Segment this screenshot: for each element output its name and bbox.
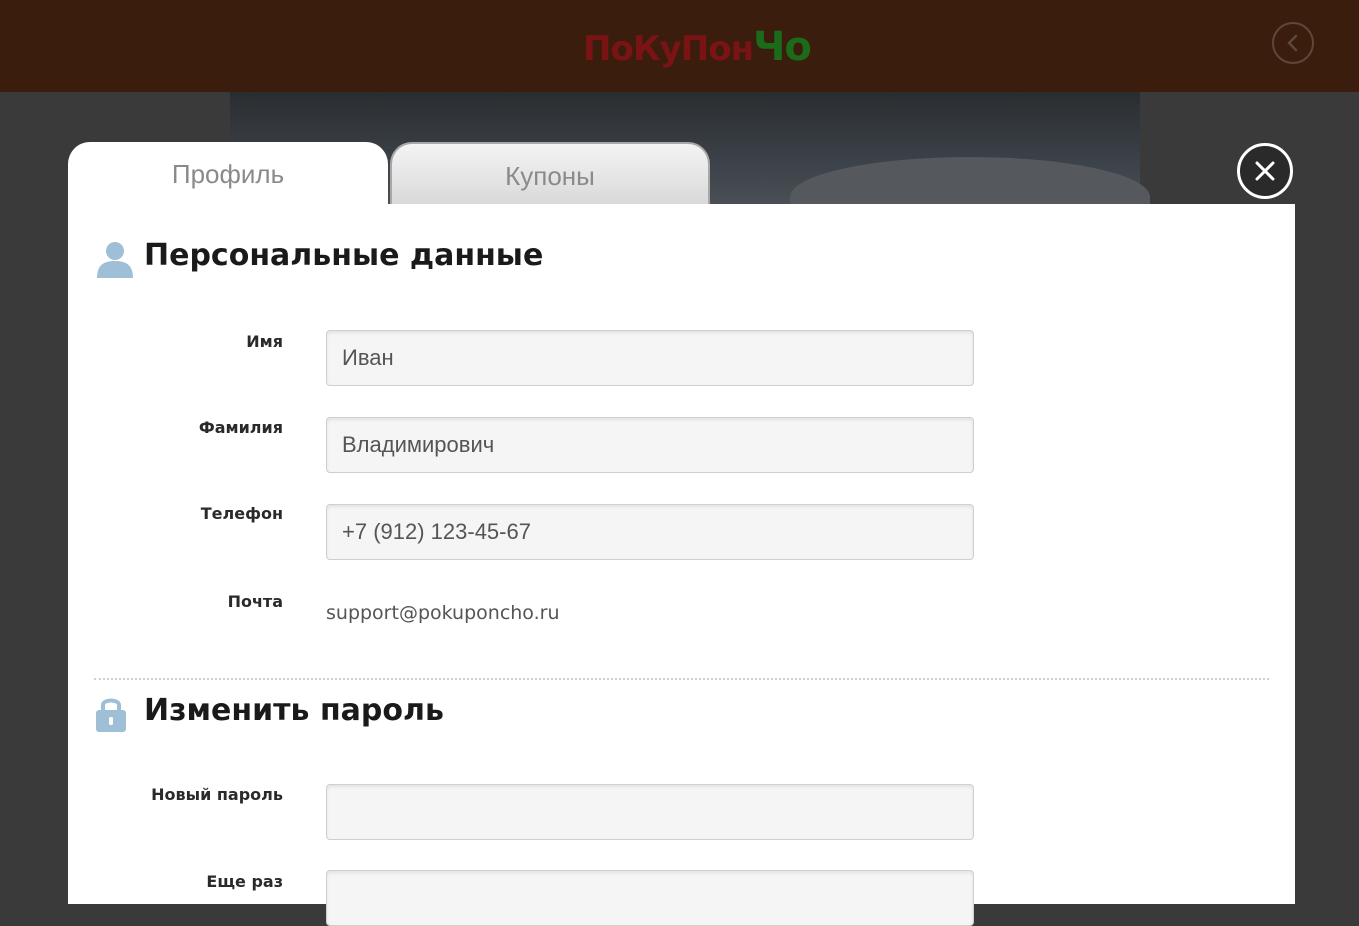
new-password-input[interactable] — [326, 784, 974, 840]
email-value: support@pokuponcho.ru — [326, 602, 560, 624]
logo-main-text: ПоКуПон — [583, 29, 754, 69]
lock-icon — [94, 694, 128, 738]
new-password-label: Новый пароль — [151, 785, 283, 804]
section-divider — [94, 678, 1269, 680]
repeat-password-label: Еще раз — [206, 872, 283, 891]
app-header: ПоКуПонЧо — [0, 0, 1359, 92]
logo[interactable]: ПоКуПонЧо — [583, 22, 812, 72]
first-name-label: Имя — [246, 332, 283, 351]
personal-data-title: Персональные данные — [144, 238, 544, 273]
first-name-input[interactable]: Иван — [326, 330, 974, 386]
logo-accent-text: Чо — [753, 24, 812, 70]
close-button[interactable] — [1237, 143, 1293, 199]
phone-label: Телефон — [200, 504, 283, 523]
email-label: Почта — [227, 592, 283, 611]
user-icon — [94, 238, 136, 284]
change-password-title: Изменить пароль — [144, 693, 444, 728]
tab-coupons[interactable]: Купоны — [390, 142, 710, 206]
repeat-password-input[interactable] — [326, 870, 974, 926]
phone-input[interactable]: +7 (912) 123-45-67 — [326, 504, 974, 560]
last-name-input[interactable]: Владимирович — [326, 417, 974, 473]
tab-coupons-label: Купоны — [505, 161, 595, 191]
back-button[interactable] — [1272, 22, 1314, 64]
last-name-label: Фамилия — [198, 418, 283, 437]
tab-profile[interactable]: Профиль — [68, 142, 388, 206]
profile-panel: Персональные данные Имя Иван Фамилия Вла… — [68, 204, 1295, 926]
tab-profile-label: Профиль — [171, 159, 285, 189]
